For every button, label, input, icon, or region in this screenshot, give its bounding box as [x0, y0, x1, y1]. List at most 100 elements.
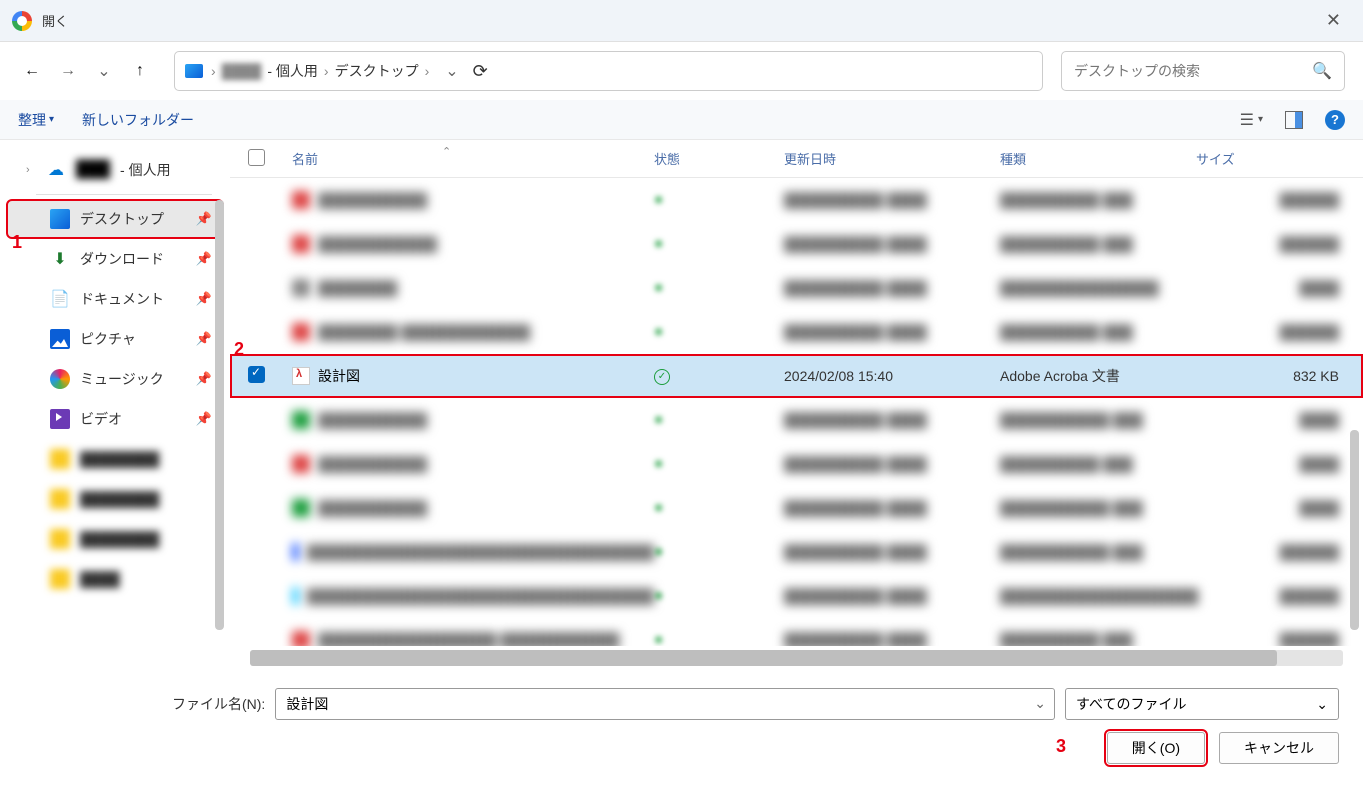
documents-icon: 📄: [50, 289, 70, 309]
sidebar-item-desktop[interactable]: デスクトップ 📌: [8, 201, 222, 237]
breadcrumb[interactable]: › ████ - 個人用 › デスクトップ ›: [211, 61, 429, 81]
open-button[interactable]: 開く(O): [1107, 732, 1205, 764]
sidebar-item-label: ピクチャ: [80, 329, 186, 349]
file-row-blurred[interactable]: ███████████●██████████ ██████████████ ██…: [230, 178, 1363, 222]
file-name-cell: 設計図: [292, 366, 654, 386]
horizontal-scrollbar[interactable]: [250, 650, 1343, 666]
chevron-right-icon: ›: [324, 63, 329, 79]
pin-icon[interactable]: 📌: [196, 211, 212, 227]
preview-pane-icon[interactable]: [1285, 111, 1303, 129]
sidebar-user-blurred: ███: [76, 161, 110, 179]
search-input[interactable]: [1074, 63, 1312, 79]
pin-icon[interactable]: 📌: [196, 251, 212, 267]
pin-icon[interactable]: 📌: [196, 411, 212, 427]
column-status[interactable]: 状態: [654, 149, 784, 168]
chevron-down-icon[interactable]: ⌄: [1034, 695, 1046, 712]
back-button[interactable]: ←: [18, 57, 46, 85]
file-row-blurred[interactable]: ███████████●██████████ ███████████████ █…: [230, 398, 1363, 442]
forward-button[interactable]: →: [54, 57, 82, 85]
column-type[interactable]: 種類: [1000, 149, 1196, 168]
file-row-blurred[interactable]: ████████████●██████████ ██████████████ █…: [230, 222, 1363, 266]
filename-input[interactable]: 設計図 ⌄: [275, 688, 1055, 720]
filetype-select[interactable]: すべてのファイル ⌄: [1065, 688, 1339, 720]
chevron-right-icon[interactable]: ›: [26, 164, 36, 176]
file-type-cell: Adobe Acroba 文書: [1000, 366, 1196, 386]
file-list-area: 名前⌃ 状態 更新日時 種類 サイズ ███████████●█████████…: [230, 140, 1363, 670]
file-row-blurred[interactable]: ███████████████████████████████████●████…: [230, 530, 1363, 574]
pin-icon[interactable]: 📌: [196, 291, 212, 307]
downloads-icon: ⬇: [50, 249, 70, 269]
chevron-down-icon: ⌄: [1316, 696, 1328, 713]
sidebar-item-label: - 個人用: [120, 160, 212, 180]
annotation-1: 1: [12, 232, 22, 253]
sidebar-item-blurred[interactable]: ████████: [8, 481, 222, 517]
sidebar-item-videos[interactable]: ビデオ 📌: [8, 401, 222, 437]
address-dropdown-icon[interactable]: ⌄: [445, 61, 458, 81]
row-checkbox[interactable]: [248, 366, 292, 386]
videos-icon: [50, 409, 70, 429]
search-icon[interactable]: 🔍: [1312, 61, 1332, 81]
pdf-icon: [292, 367, 310, 385]
sidebar-item-blurred[interactable]: ████████: [8, 521, 222, 557]
file-row-selected[interactable]: 設計図 ✓ 2024/02/08 15:40 Adobe Acroba 文書 8…: [230, 354, 1363, 398]
sidebar-scrollbar[interactable]: [215, 200, 224, 630]
breadcrumb-desktop[interactable]: デスクトップ: [335, 61, 419, 81]
annotation-3: 3: [1056, 736, 1066, 757]
breadcrumb-user-blurred: ████: [222, 63, 262, 79]
file-row-blurred[interactable]: ████████●██████████ ████████████████████…: [230, 266, 1363, 310]
onedrive-icon: ☁: [46, 160, 66, 180]
dialog-footer: ファイル名(N): 設計図 ⌄ すべてのファイル ⌄ 開く(O) キャンセル: [0, 670, 1363, 780]
view-mode-button[interactable]: ☰ ▾: [1240, 110, 1263, 130]
nav-bar: ← → ⌄ ↑ › ████ - 個人用 › デスクトップ › ⌄ ⟳ 🔍: [0, 42, 1363, 100]
new-folder-button[interactable]: 新しいフォルダー: [82, 110, 194, 130]
file-date-cell: 2024/02/08 15:40: [784, 368, 1000, 384]
recent-dropdown[interactable]: ⌄: [90, 57, 118, 85]
file-row-blurred[interactable]: ███████████████████████████████████●████…: [230, 574, 1363, 618]
close-icon[interactable]: ✕: [1316, 6, 1351, 35]
window-title: 開く: [42, 11, 68, 30]
sidebar-item-label: デスクトップ: [80, 209, 186, 229]
file-row-blurred[interactable]: ███████████●██████████ ██████████████ ██…: [230, 442, 1363, 486]
sidebar: › ☁ ███ - 個人用 デスクトップ 📌 ⬇ ダウンロード 📌 📄 ドキュメ…: [0, 140, 230, 670]
cancel-button[interactable]: キャンセル: [1219, 732, 1339, 764]
pin-icon[interactable]: 📌: [196, 371, 212, 387]
search-box[interactable]: 🔍: [1061, 51, 1345, 91]
sidebar-item-blurred[interactable]: ████████: [8, 441, 222, 477]
sidebar-item-downloads[interactable]: ⬇ ダウンロード 📌: [8, 241, 222, 277]
up-button[interactable]: ↑: [126, 57, 154, 85]
file-row-blurred[interactable]: ████████ █████████████●██████████ ██████…: [230, 310, 1363, 354]
address-bar[interactable]: › ████ - 個人用 › デスクトップ › ⌄ ⟳: [174, 51, 1043, 91]
sidebar-item-documents[interactable]: 📄 ドキュメント 📌: [8, 281, 222, 317]
file-row-blurred[interactable]: ███████████●██████████ ███████████████ █…: [230, 486, 1363, 530]
pictures-icon: [50, 329, 70, 349]
sidebar-item-blurred[interactable]: ████: [8, 561, 222, 597]
vertical-scrollbar[interactable]: [1350, 430, 1359, 630]
breadcrumb-personal[interactable]: - 個人用: [267, 61, 318, 81]
organize-button[interactable]: 整理 ▾: [18, 110, 54, 130]
sort-indicator-icon: ⌃: [442, 145, 451, 158]
column-size[interactable]: サイズ: [1196, 149, 1363, 168]
sidebar-item-pictures[interactable]: ピクチャ 📌: [8, 321, 222, 357]
pin-icon[interactable]: 📌: [196, 331, 212, 347]
column-modified[interactable]: 更新日時: [784, 149, 1000, 168]
location-icon: [185, 64, 203, 78]
help-icon[interactable]: ?: [1325, 110, 1345, 130]
sidebar-item-label: ミュージック: [80, 369, 186, 389]
select-all-checkbox[interactable]: [248, 149, 292, 169]
column-name[interactable]: 名前⌃: [292, 149, 654, 168]
sidebar-item-music[interactable]: ミュージック 📌: [8, 361, 222, 397]
annotation-2: 2: [234, 339, 244, 360]
sidebar-item-label: ビデオ: [80, 409, 186, 429]
chevron-right-icon: ›: [425, 63, 430, 79]
main-area: › ☁ ███ - 個人用 デスクトップ 📌 ⬇ ダウンロード 📌 📄 ドキュメ…: [0, 140, 1363, 670]
refresh-icon[interactable]: ⟳: [473, 61, 488, 82]
app-icon: [12, 11, 32, 31]
toolbar: 整理 ▾ 新しいフォルダー ☰ ▾ ?: [0, 100, 1363, 140]
file-list: ███████████●██████████ ██████████████ ██…: [230, 178, 1363, 646]
filename-label: ファイル名(N):: [172, 694, 265, 714]
sidebar-item-personal[interactable]: › ☁ ███ - 個人用: [8, 152, 222, 188]
sidebar-item-label: ダウンロード: [80, 249, 186, 269]
file-size-cell: 832 KB: [1196, 368, 1363, 384]
desktop-icon: [50, 209, 70, 229]
file-row-blurred[interactable]: ██████████████████ ████████████●████████…: [230, 618, 1363, 646]
